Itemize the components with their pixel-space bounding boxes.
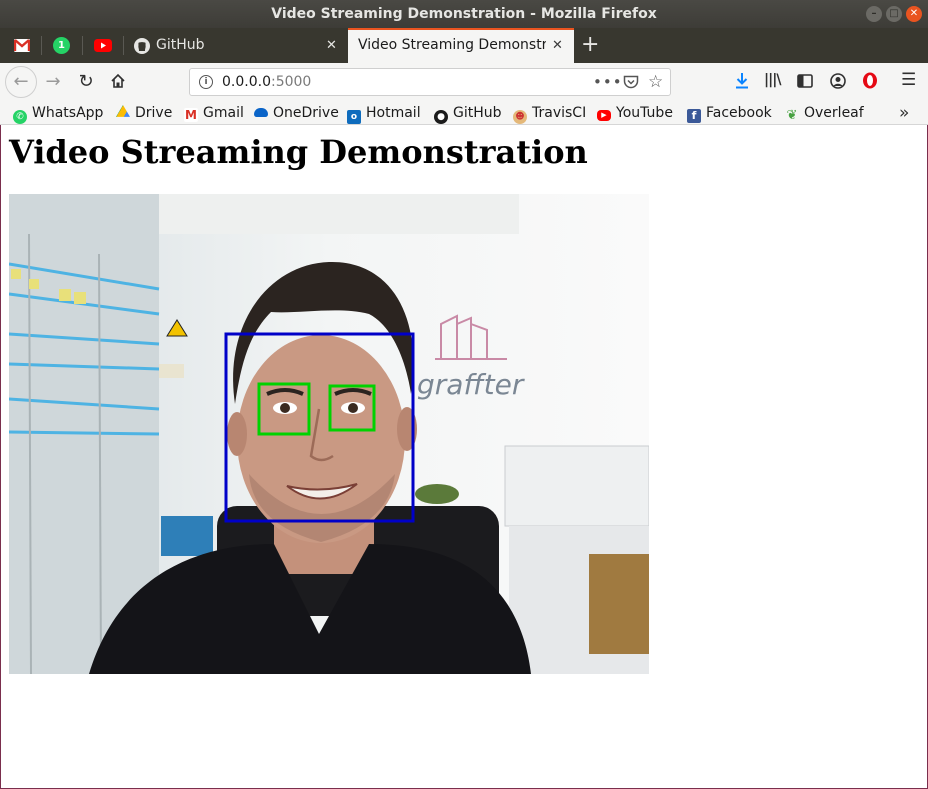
bookmark-travisci[interactable]: ☻ TravisCI bbox=[513, 103, 587, 124]
bookmark-facebook[interactable]: f Facebook bbox=[687, 103, 772, 123]
bookmark-label: Facebook bbox=[706, 105, 772, 121]
url-bar[interactable]: i 0.0.0.0:5000 ••• ☆ bbox=[189, 68, 671, 96]
bookmark-hotmail[interactable]: o Hotmail bbox=[347, 103, 421, 124]
forward-button[interactable]: → bbox=[38, 67, 68, 97]
youtube-icon bbox=[94, 39, 112, 52]
tab-gmail[interactable] bbox=[6, 28, 40, 63]
window-titlebar: Video Streaming Demonstration - Mozilla … bbox=[0, 0, 928, 28]
home-button[interactable] bbox=[103, 67, 133, 97]
tab-youtube[interactable] bbox=[85, 28, 121, 63]
bookmark-gmail[interactable]: M Gmail bbox=[184, 103, 244, 123]
tab-bar: 1 GitHub ✕ Video Streaming Demonstra ✕ + bbox=[0, 28, 928, 63]
close-tab-icon[interactable]: ✕ bbox=[326, 28, 337, 63]
bookmark-drive[interactable]: Drive bbox=[116, 103, 172, 123]
bookmark-youtube[interactable]: ▶ YouTube bbox=[597, 103, 673, 123]
page-actions-icon[interactable]: ••• bbox=[593, 69, 623, 95]
bookmark-label: GitHub bbox=[453, 105, 502, 121]
onedrive-icon bbox=[254, 108, 268, 117]
navigation-toolbar: ← → ↻ i 0.0.0.0:5000 ••• ☆ |||\ ☰ bbox=[0, 63, 928, 100]
url-host: 0.0.0.0 bbox=[222, 74, 271, 90]
tab-video-streaming[interactable]: Video Streaming Demonstra ✕ bbox=[348, 28, 574, 63]
bookmark-onedrive[interactable]: OneDrive bbox=[254, 103, 339, 123]
pocket-icon[interactable] bbox=[623, 75, 639, 90]
github-icon: ● bbox=[434, 110, 448, 124]
new-tab-icon[interactable]: + bbox=[581, 28, 599, 63]
youtube-icon: ▶ bbox=[597, 110, 611, 121]
tab-separator bbox=[123, 36, 124, 55]
bookmark-label: TravisCI bbox=[532, 105, 587, 121]
tab-whatsapp[interactable]: 1 bbox=[44, 28, 80, 63]
close-tab-icon[interactable]: ✕ bbox=[552, 30, 563, 61]
opera-icon[interactable] bbox=[862, 72, 878, 89]
menu-icon[interactable]: ☰ bbox=[901, 70, 916, 90]
outlook-icon: o bbox=[347, 110, 361, 124]
whatsapp-icon: 1 bbox=[53, 37, 70, 54]
maximize-icon[interactable]: □ bbox=[886, 6, 902, 22]
bookmark-whatsapp[interactable]: ✆ WhatsApp bbox=[13, 103, 104, 124]
bookmark-label: Overleaf bbox=[804, 105, 864, 121]
url-text[interactable]: 0.0.0.0:5000 bbox=[222, 69, 311, 95]
tab-label: GitHub bbox=[156, 37, 205, 53]
bookmark-star-icon[interactable]: ☆ bbox=[648, 69, 663, 95]
bookmark-overleaf[interactable]: ❦ Overleaf bbox=[785, 103, 864, 123]
page-content: Video Streaming Demonstration graffter bbox=[0, 125, 928, 789]
wall-logo-text: graffter bbox=[417, 368, 525, 401]
bookmark-label: OneDrive bbox=[273, 105, 339, 121]
close-window-icon[interactable]: ✕ bbox=[906, 6, 922, 22]
page-info-icon[interactable]: i bbox=[199, 75, 213, 89]
reload-button[interactable]: ↻ bbox=[71, 67, 101, 97]
tab-separator bbox=[82, 36, 83, 55]
travis-icon: ☻ bbox=[513, 110, 527, 124]
back-button[interactable]: ← bbox=[5, 66, 37, 98]
bookmark-github[interactable]: ● GitHub bbox=[434, 103, 502, 124]
bookmarks-toolbar: ✆ WhatsApp Drive M Gmail OneDrive o Hotmail… bbox=[0, 100, 928, 125]
tab-label: Video Streaming Demonstra bbox=[358, 37, 546, 53]
page-heading: Video Streaming Demonstration bbox=[9, 133, 588, 171]
drive-icon bbox=[116, 105, 130, 117]
tab-github[interactable]: GitHub ✕ bbox=[126, 28, 346, 63]
minimize-icon[interactable]: – bbox=[866, 6, 882, 22]
overleaf-icon: ❦ bbox=[786, 108, 798, 123]
library-icon[interactable]: |||\ bbox=[764, 72, 781, 88]
account-icon[interactable] bbox=[830, 73, 846, 89]
github-icon bbox=[134, 38, 150, 54]
webcam-frame: graffter bbox=[9, 194, 649, 674]
bookmark-label: Gmail bbox=[203, 105, 244, 121]
whatsapp-icon: ✆ bbox=[13, 110, 27, 124]
url-port: :5000 bbox=[270, 74, 312, 90]
video-stream: graffter bbox=[9, 194, 649, 674]
bookmark-label: WhatsApp bbox=[32, 105, 104, 121]
window-title: Video Streaming Demonstration - Mozilla … bbox=[271, 6, 657, 22]
bookmark-label: YouTube bbox=[616, 105, 673, 121]
home-icon bbox=[111, 73, 125, 88]
gmail-icon bbox=[14, 39, 30, 52]
sidebar-icon[interactable] bbox=[797, 74, 813, 88]
bookmark-label: Hotmail bbox=[366, 105, 421, 121]
gmail-icon: M bbox=[184, 108, 198, 122]
bookmark-label: Drive bbox=[135, 105, 173, 121]
tab-separator bbox=[41, 36, 42, 55]
facebook-icon: f bbox=[687, 109, 701, 123]
more-bookmarks-icon[interactable]: » bbox=[899, 103, 909, 123]
download-icon[interactable] bbox=[734, 72, 750, 90]
